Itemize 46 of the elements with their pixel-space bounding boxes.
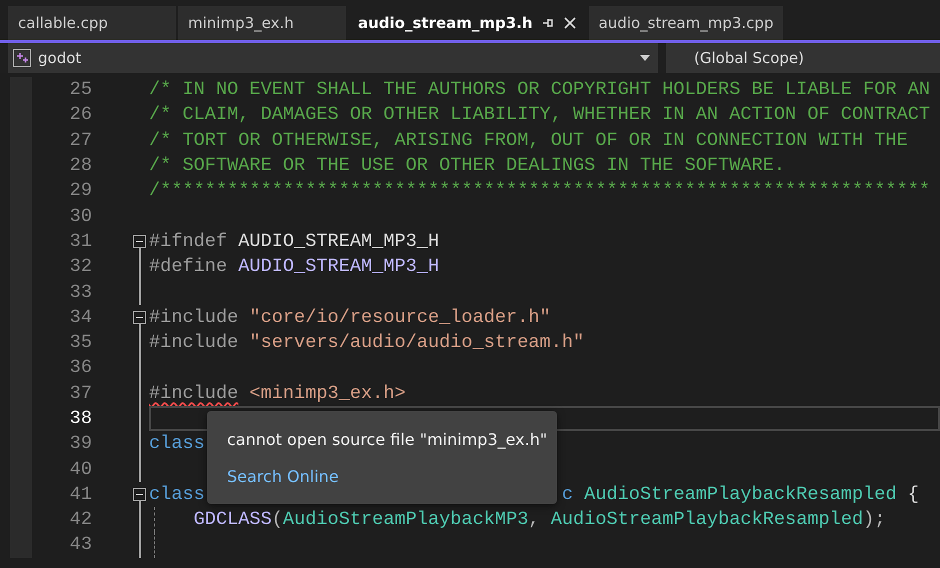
scope-dropdown[interactable]: (Global Scope) <box>666 43 940 73</box>
line-number: 40 <box>68 458 92 480</box>
code-line: class <box>149 433 205 454</box>
line-number: 26 <box>68 104 92 126</box>
code-line: #include "core/io/resource_loader.h" <box>149 306 551 328</box>
file-tab[interactable]: audio_stream_mp3.cpp <box>588 6 784 40</box>
line-number: 34 <box>68 306 92 328</box>
line-number: 39 <box>68 433 92 454</box>
code-line: class c AudioStreamPlaybackResampled { <box>149 484 919 505</box>
code-line: GDCLASS(AudioStreamPlaybackMP3, AudioStreamPlaybackResampled); <box>194 509 886 530</box>
error-message: cannot open source file "minimp3_ex.h" <box>227 430 548 448</box>
code-line: /* TORT OR OTHERWISE, ARISING FROM, OUT OF OR IN CONNECTION WITH THE <box>149 130 908 151</box>
line-number: 35 <box>68 332 92 354</box>
line-number: 29 <box>68 180 92 202</box>
project-icon <box>12 48 32 68</box>
line-number: 42 <box>68 509 92 530</box>
line-number: 38 <box>68 408 92 429</box>
project-dropdown[interactable]: godot <box>8 43 658 73</box>
line-number: 37 <box>68 382 92 404</box>
line-number: 30 <box>68 206 92 227</box>
pin-icon[interactable] <box>540 16 555 30</box>
line-number: 32 <box>68 256 92 278</box>
line-number: 28 <box>68 155 92 176</box>
code-line: /* CLAIM, DAMAGES OR OTHER LIABILITY, WHETHER IN AN ACTION OF CONTRACT <box>149 104 930 126</box>
line-number: 27 <box>68 130 92 151</box>
file-tab[interactable]: callable.cpp <box>8 6 176 40</box>
collapse-icon[interactable] <box>133 310 146 324</box>
line-number: 25 <box>68 79 92 100</box>
close-icon[interactable] <box>562 16 577 30</box>
code-line: /* IN NO EVENT SHALL THE AUTHORS OR COPYRIGHT HOLDERS BE LIABLE FOR AN <box>149 79 930 100</box>
line-number: 36 <box>68 357 92 378</box>
code-line: #include "servers/audio/audio_stream.h" <box>149 332 584 354</box>
collapse-icon[interactable] <box>133 234 146 248</box>
code-line: /********************************************************************* <box>149 180 930 202</box>
line-number: 33 <box>68 282 92 303</box>
line-number: 41 <box>68 484 92 505</box>
code-line: #define AUDIO_STREAM_MP3_H <box>149 256 440 278</box>
caret-icon <box>640 55 650 61</box>
file-tab[interactable]: minimp3_ex.h <box>178 6 346 40</box>
search-online-link[interactable]: Search Online <box>227 466 339 486</box>
collapse-icon[interactable] <box>133 488 146 501</box>
code-line: #include <minimp3_ex.h> <box>149 382 406 404</box>
line-number: 31 <box>68 230 92 252</box>
code-line: /* SOFTWARE OR THE USE OR OTHER DEALINGS IN THE SOFTWARE. <box>149 155 786 176</box>
code-line: #ifndef AUDIO_STREAM_MP3_H <box>149 230 440 252</box>
line-number: 43 <box>68 534 92 556</box>
